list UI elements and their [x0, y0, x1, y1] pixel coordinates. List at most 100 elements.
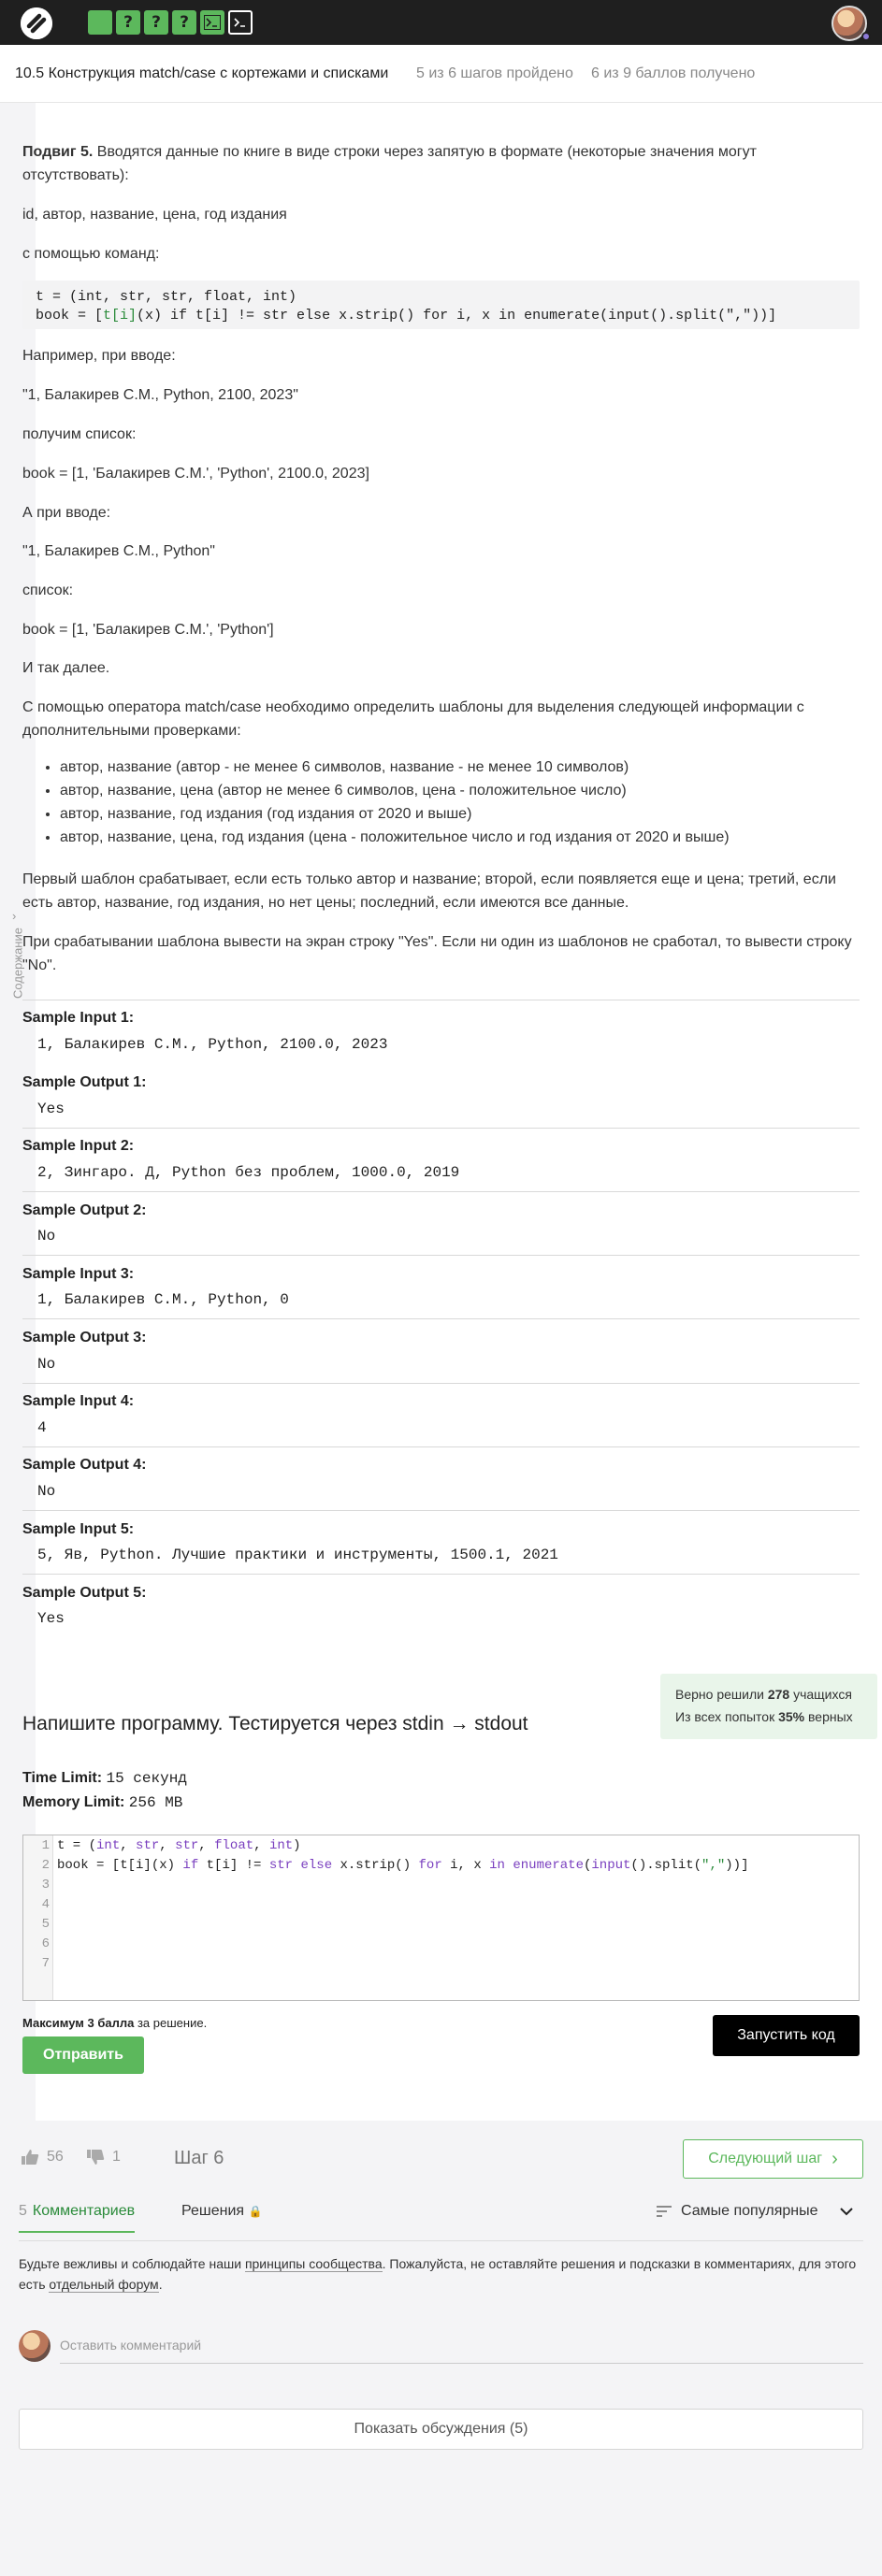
line-number: 3 [41, 1878, 50, 1892]
code-block: t = (int, str, str, float, int) book = [… [22, 281, 860, 329]
step-2-button[interactable]: ? [116, 10, 140, 35]
solved-count-text: Верно решили 278 учащихся [675, 1687, 852, 1702]
sample-label: Sample Output 3: [22, 1330, 147, 1346]
sample-value: 5, Яв, Python. Лучшие практики и инструм… [37, 1547, 558, 1563]
sample-value: No [37, 1228, 56, 1245]
sample-label: Sample Input 2: [22, 1138, 135, 1154]
code-line[interactable]: book = [t[i](x) if t[i] != str else x.st… [57, 1858, 748, 1873]
sample-label: Sample Input 3: [22, 1266, 135, 1282]
step-1-button[interactable] [88, 10, 112, 35]
step-6-button-current[interactable] [228, 10, 253, 35]
step-3-button[interactable]: ? [144, 10, 168, 35]
thumbs-down-icon [87, 2150, 105, 2165]
lock-icon: 🔒 [248, 2205, 263, 2218]
task-text: С помощью оператора match/case необходим… [22, 699, 804, 739]
divider [22, 1191, 860, 1192]
sample-label: Sample Input 1: [22, 1010, 135, 1026]
conditions-list: автор, название (автор - не менее 6 симв… [22, 756, 860, 849]
lesson-title[interactable]: 10.5 Конструкция match/case с кортежами … [15, 65, 388, 82]
terminal-icon [234, 18, 245, 27]
line-number: 1 [41, 1838, 50, 1853]
divider [22, 1510, 860, 1511]
comment-input[interactable]: Оставить комментарий [60, 2330, 863, 2364]
discussion-tabs: 5 Комментариев Решения 🔒 Самые популярные [19, 2203, 863, 2242]
sample-value: 1, Балакирев С.М., Python, 2100.0, 2023 [37, 1036, 388, 1053]
example2-input: "1, Балакирев С.М., Python" [22, 543, 215, 559]
divider [22, 1255, 860, 1256]
separate-forum-link[interactable]: отдельный форум [49, 2277, 159, 2293]
step-4-button[interactable]: ? [172, 10, 196, 35]
tab-comments[interactable]: 5 Комментариев [19, 2203, 136, 2233]
step-number: Шаг 6 [174, 2148, 224, 2168]
divider [22, 1574, 860, 1575]
divider [22, 1318, 860, 1319]
problem-with-commands: с помощью команд: [22, 246, 160, 262]
line-number: 4 [41, 1897, 50, 1912]
sample-value: 2, Зингаро. Д, Python без проблем, 1000.… [37, 1164, 460, 1181]
likes-count: 56 [47, 2149, 64, 2165]
run-code-button[interactable]: Запустить код [713, 2015, 860, 2056]
comment-composer: Оставить комментарий [19, 2330, 863, 2366]
notification-dot [861, 32, 871, 41]
max-points-text: Максимум 3 балла за решение. [22, 2016, 208, 2030]
attempts-rate-text: Из всех попыток 35% верных [675, 1709, 853, 1724]
list-item: автор, название, цена, год издания (цена… [60, 826, 860, 849]
line-number: 2 [41, 1858, 50, 1873]
time-limit: Time Limit: 15 секунд [22, 1770, 187, 1787]
get-list-text: получим список: [22, 426, 137, 442]
list-item: автор, название, год издания (год издани… [60, 802, 860, 826]
list-item: автор, название, цена (автор не менее 6 … [60, 779, 860, 802]
divider [22, 1383, 860, 1384]
lesson-header: 10.5 Конструкция match/case с кортежами … [0, 45, 882, 103]
line-gutter: 1 2 3 4 5 6 7 [23, 1835, 53, 2000]
and-so-on: И так далее. [22, 660, 110, 676]
lesson-progress-points: 6 из 9 баллов получено [591, 65, 756, 81]
stepik-logo-icon[interactable] [21, 7, 52, 39]
problem-format: id, автор, название, цена, год издания [22, 207, 287, 223]
sample-label: Sample Output 2: [22, 1202, 147, 1218]
sample-label: Sample Input 5: [22, 1521, 135, 1537]
submit-button[interactable]: Отправить [22, 2036, 144, 2074]
chevron-right-icon: › [831, 2148, 838, 2169]
dislikes-count: 1 [112, 2149, 121, 2165]
dislike-button[interactable]: 1 [86, 2149, 121, 2166]
avatar [19, 2330, 51, 2362]
thumbs-up-icon [22, 2150, 39, 2165]
example-intro: Например, при вводе: [22, 348, 176, 364]
sample-value: Yes [37, 1610, 65, 1627]
sort-icon [657, 2206, 672, 2217]
rule-text-1: Первый шаблон срабатывает, если есть тол… [22, 871, 836, 911]
rule-text-2: При срабатывании шаблона вывести на экра… [22, 934, 852, 973]
divider [22, 1446, 860, 1447]
sample-value: No [37, 1356, 56, 1373]
community-principles-link[interactable]: принципы сообщества [244, 2256, 383, 2272]
step-navigator: ? ? ? [88, 10, 253, 35]
line-number: 6 [41, 1936, 50, 1951]
memory-limit: Memory Limit: 256 MB [22, 1794, 183, 1811]
sample-value: 1, Балакирев С.М., Python, 0 [37, 1291, 289, 1308]
show-discussion-button[interactable]: Показать обсуждения (5) [19, 2409, 863, 2450]
like-button[interactable]: 56 [21, 2149, 64, 2166]
sample-value: 4 [37, 1419, 47, 1436]
lesson-progress-steps: 5 из 6 шагов пройдено [416, 65, 573, 81]
sample-label: Sample Output 5: [22, 1585, 147, 1601]
sample-label: Sample Output 4: [22, 1457, 147, 1473]
chevron-down-icon [840, 2207, 854, 2215]
community-rules-text: Будьте вежливы и соблюдайте наши принцип… [19, 2256, 857, 2293]
and-input-text: А при вводе: [22, 505, 111, 521]
code-line[interactable]: t = (int, str, str, float, int) [57, 1838, 301, 1853]
line-number: 7 [41, 1956, 50, 1971]
task-header: Напишите программу. Тестируется через st… [22, 1713, 528, 1734]
next-step-button[interactable]: Следующий шаг › [683, 2139, 863, 2179]
problem-intro: Подвиг 5. Вводятся данные по книге в вид… [22, 144, 757, 183]
list-item: автор, название (автор - не менее 6 симв… [60, 756, 860, 779]
tab-solutions[interactable]: Решения 🔒 [181, 2203, 262, 2220]
top-navbar: ? ? ? [0, 0, 882, 45]
example2-list: book = [1, 'Балакирев С.М.', 'Python'] [22, 622, 274, 638]
step-5-button[interactable] [200, 10, 224, 35]
divider [19, 2240, 863, 2241]
divider [22, 1128, 860, 1129]
solve-stats-panel: Верно решили 278 учащихся Из всех попыто… [660, 1674, 877, 1739]
sort-dropdown[interactable]: Самые популярные [657, 2203, 854, 2220]
code-editor[interactable]: 1 2 3 4 5 6 7 t = (int, str, str, float,… [22, 1835, 860, 2001]
